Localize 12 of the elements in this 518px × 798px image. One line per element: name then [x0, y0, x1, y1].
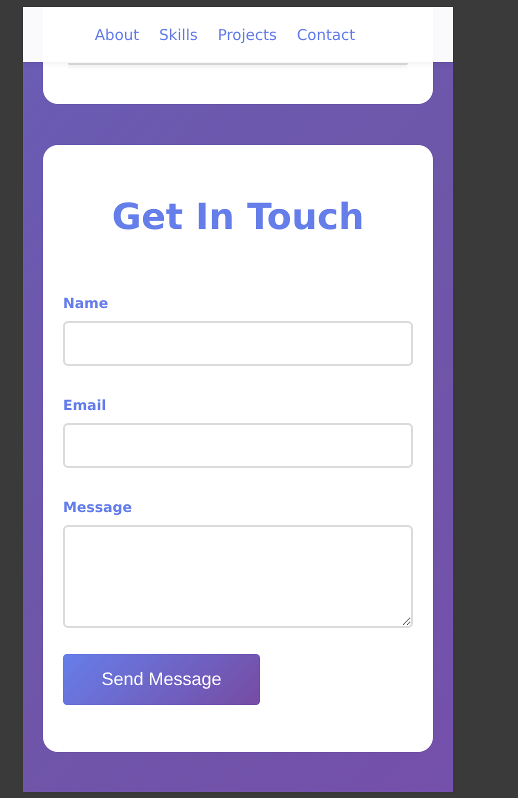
message-field[interactable] [63, 525, 413, 628]
nav-link[interactable]: Contact [296, 26, 356, 44]
field-label: Message [63, 500, 132, 517]
field-label: Email [63, 398, 106, 415]
section-title: Get In Touch [110, 196, 366, 240]
nav-link[interactable]: Skills [159, 26, 198, 44]
nav-link[interactable]: Projects [218, 26, 277, 44]
field-label: Name [63, 296, 108, 313]
input-field[interactable] [63, 423, 413, 468]
input-field[interactable] [63, 321, 413, 366]
nav-link[interactable]: About [94, 26, 140, 44]
send-button[interactable]: Send Message [63, 654, 260, 705]
